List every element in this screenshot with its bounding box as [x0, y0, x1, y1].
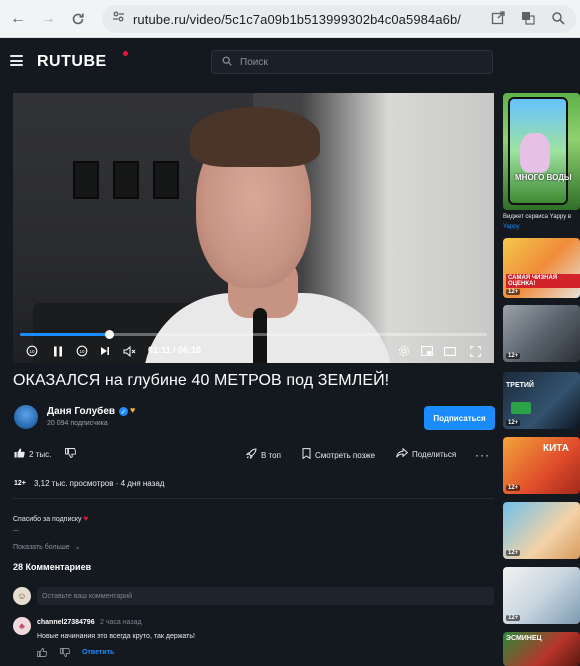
rec-overlay-text: МНОГО ВОДЫ — [515, 173, 572, 182]
search-placeholder: Поиск — [240, 56, 268, 68]
forward-10-icon[interactable]: 10 — [75, 343, 89, 359]
wall-picture — [113, 161, 139, 199]
site-info-icon[interactable] — [112, 10, 125, 28]
rewind-10-icon[interactable]: 10 — [25, 343, 39, 359]
theater-mode-icon[interactable] — [443, 343, 457, 359]
channel-avatar[interactable] — [14, 405, 38, 429]
like-button[interactable]: 2 тыс. — [14, 448, 51, 461]
time-display: 01:11 / 06:10 — [148, 345, 202, 355]
open-in-app-icon[interactable] — [490, 10, 506, 26]
rutube-logo[interactable]: RUTUBE — [37, 53, 107, 71]
thumbs-down-icon — [65, 448, 77, 461]
recommendation-card[interactable]: ТРЕТИЙ 12+ — [503, 372, 580, 429]
svg-text:10: 10 — [79, 349, 85, 354]
watch-later-label: Смотреть позже — [315, 450, 376, 460]
back-icon[interactable]: ← — [6, 7, 30, 31]
views-info: 3,12 тыс. просмотров · 4 дня назад — [34, 479, 165, 488]
heart-badge-icon: ♥ — [130, 405, 136, 415]
progress-handle[interactable] — [104, 330, 114, 339]
top-label: В топ — [261, 450, 281, 460]
settings-gear-icon[interactable] — [397, 343, 411, 359]
user-avatar: ☺ — [13, 587, 31, 605]
zoom-icon[interactable] — [550, 10, 566, 26]
comment-reply-button[interactable]: Ответить — [82, 649, 114, 656]
recommendation-card[interactable]: ЭСМИНЕЦ — [503, 632, 580, 666]
like-count: 2 тыс. — [29, 450, 52, 459]
site-header: RUTUBE Поиск — [0, 38, 580, 84]
search-input[interactable]: Поиск — [211, 50, 493, 74]
rec-widget-title: Виджет сервиса Yappy в — [503, 214, 572, 220]
url-text: rutube.ru/video/5c1c7a09b1b513999302b4c0… — [133, 11, 462, 27]
mute-icon[interactable] — [121, 343, 137, 359]
progress-fill — [20, 333, 109, 336]
comments-title: 28 Комментариев — [13, 562, 92, 572]
description: Спасибо за подписку ♥ — [13, 514, 89, 523]
player-controls: 10 10 01:11 / 06:10 — [13, 343, 494, 359]
top-button[interactable]: В топ — [245, 448, 281, 462]
heart-icon: ♥ — [83, 514, 89, 523]
comment-author[interactable]: channel27384796 — [37, 619, 95, 626]
svg-text:10: 10 — [29, 349, 35, 354]
show-more-link[interactable]: Показать больше ⌄ — [13, 543, 81, 551]
recommendation-card[interactable]: 12+ — [503, 305, 580, 362]
translate-icon[interactable] — [520, 10, 536, 26]
forward-icon[interactable]: → — [36, 7, 60, 31]
comment-dislike-icon[interactable] — [60, 648, 71, 659]
more-options-icon[interactable]: ··· — [475, 448, 490, 462]
thumbs-up-icon — [14, 448, 25, 461]
recommendation-card[interactable]: 12+ — [503, 502, 580, 559]
verified-icon: ✓ — [119, 407, 128, 416]
divider — [13, 498, 494, 499]
description-ellipsis: ... — [13, 526, 19, 533]
rocket-icon — [245, 448, 257, 462]
bookmark-icon — [302, 448, 311, 462]
chevron-down-icon: ⌄ — [74, 544, 81, 551]
share-button[interactable]: Поделиться — [396, 447, 457, 461]
pause-icon[interactable] — [51, 343, 65, 359]
fullscreen-icon[interactable] — [468, 343, 482, 359]
reload-icon[interactable] — [66, 7, 90, 31]
wall-picture — [73, 161, 99, 199]
comment-like-icon[interactable] — [37, 648, 48, 659]
video-player[interactable]: 10 10 01:11 / 06:10 — [13, 93, 494, 363]
share-icon — [396, 447, 409, 461]
watch-later-button[interactable]: Смотреть позже — [302, 448, 375, 462]
age-rating-badge: 12+ — [14, 480, 26, 487]
video-title: ОКАЗАЛСЯ на глубине 40 МЕТРОВ под ЗЕМЛЕЙ… — [13, 372, 390, 389]
mini-player-icon[interactable] — [420, 343, 434, 359]
recommendation-card[interactable]: 12+ — [503, 567, 580, 624]
comment-text: Новые начинания это всегда круто, так де… — [37, 633, 195, 640]
menu-icon[interactable] — [10, 55, 23, 66]
recommendation-card[interactable]: МНОГО ВОДЫ — [503, 93, 580, 210]
dislike-button[interactable] — [65, 448, 80, 461]
comment-author-avatar[interactable]: ♣ — [13, 617, 31, 635]
comment-time: 2 часа назад — [100, 619, 142, 626]
logo-dot — [123, 51, 128, 56]
comment-input[interactable]: Оставьте ваш комментарий — [37, 587, 494, 605]
rec-widget-source[interactable]: Yappy — [503, 224, 520, 230]
channel-name[interactable]: Даня Голубев — [47, 406, 115, 417]
search-icon — [222, 53, 232, 71]
subscribe-button[interactable]: Подписаться — [424, 406, 495, 430]
next-video-icon[interactable] — [98, 343, 112, 359]
address-bar-actions — [490, 10, 566, 26]
progress-bar[interactable] — [20, 330, 487, 339]
share-label: Поделиться — [412, 450, 457, 459]
wall-picture — [153, 161, 179, 199]
recommendation-card[interactable]: КИТА 12+ — [503, 437, 580, 494]
address-bar[interactable]: rutube.ru/video/5c1c7a09b1b513999302b4c0… — [102, 5, 576, 33]
subscriber-count: 20 094 подписчика — [47, 420, 108, 427]
recommendation-card[interactable]: САМАЯ ЧИЗНАЯ ОЦЕНКА! 12+ — [503, 238, 580, 298]
